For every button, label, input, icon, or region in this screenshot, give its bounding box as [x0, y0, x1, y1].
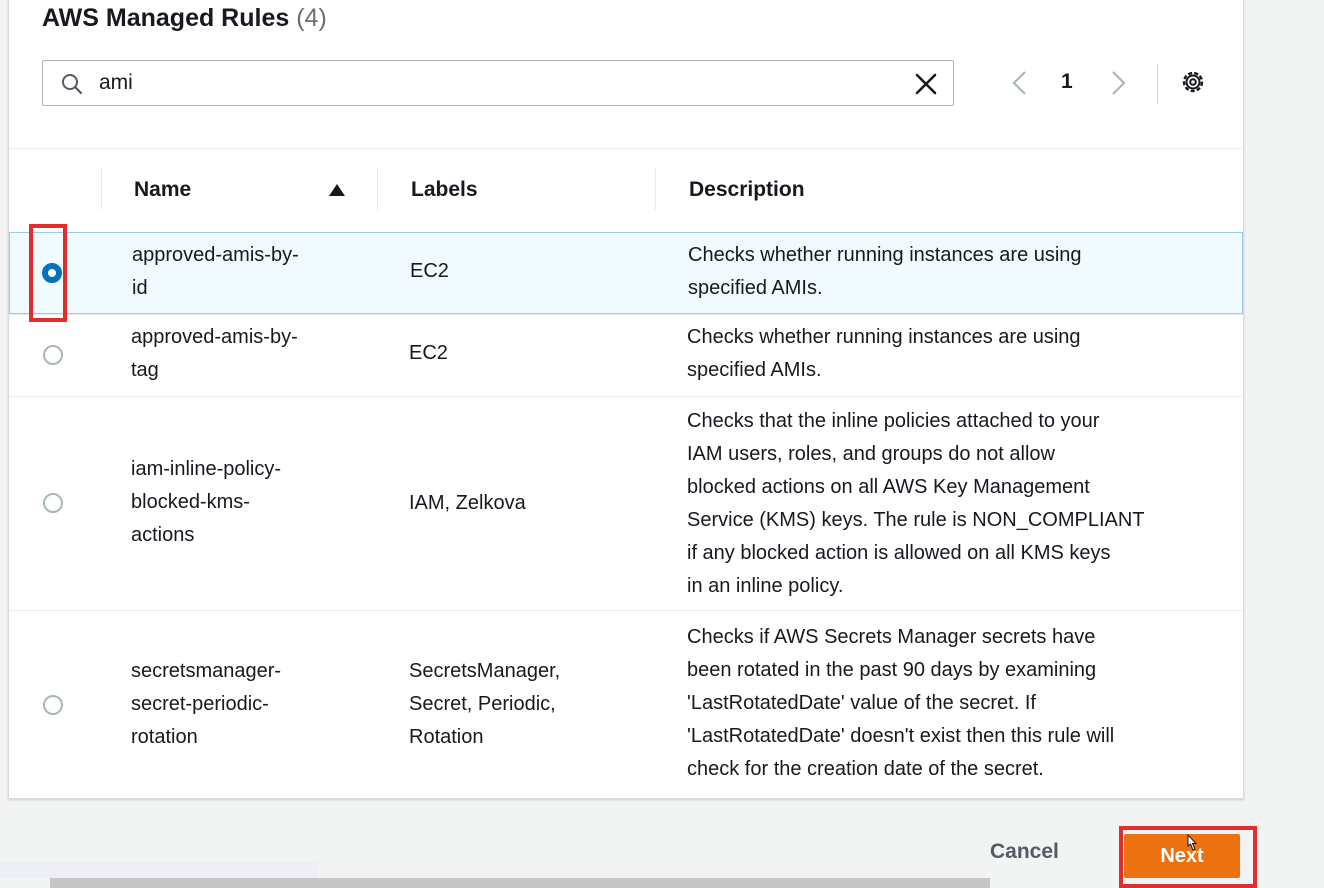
rule-description-line: Checks whether running instances are usi… — [688, 244, 1082, 266]
rule-description-line: Checks that the inline policies attached… — [687, 410, 1100, 432]
section-title-text: AWS Managed Rules — [42, 4, 290, 32]
table-row[interactable]: approved-amis-by- tag EC2 Checks whether… — [9, 314, 1243, 396]
managed-rules-panel: AWS Managed Rules (4) 1 Name Labels Desc… — [8, 0, 1244, 799]
rule-description-line: Checks if AWS Secrets Manager secrets ha… — [687, 626, 1096, 648]
background-strip — [0, 862, 318, 878]
rule-labels: EC2 — [410, 255, 449, 288]
column-divider — [655, 168, 656, 210]
row-select-radio[interactable] — [43, 493, 63, 513]
column-header-description: Description — [689, 178, 805, 201]
horizontal-scrollbar[interactable] — [50, 878, 990, 888]
rule-name-line: rotation — [131, 726, 198, 748]
table-row[interactable]: secretsmanager- secret-periodic- rotatio… — [9, 610, 1243, 796]
rule-description: Checks if AWS Secrets Manager secrets ha… — [687, 621, 1114, 786]
rule-name-line: id — [132, 277, 148, 299]
rule-name-line: blocked-kms- — [131, 491, 250, 513]
rule-labels: IAM, Zelkova — [409, 487, 526, 520]
rule-description-line: been rotated in the past 90 days by exam… — [687, 659, 1097, 681]
cursor-icon — [1187, 834, 1198, 851]
table-top-divider — [9, 148, 1243, 149]
rule-description-line: check for the creation date of the secre… — [687, 758, 1044, 780]
rule-description-line: 'LastRotatedDate' doesn't exist then thi… — [687, 725, 1115, 747]
rule-labels-line: IAM, Zelkova — [409, 492, 526, 514]
rule-name: approved-amis-by- tag — [131, 321, 298, 387]
rule-description: Checks whether running instances are usi… — [688, 239, 1082, 305]
table-row[interactable]: approved-amis-by- id EC2 Checks whether … — [9, 232, 1243, 314]
rule-description-line: blocked actions on all AWS Key Managemen… — [687, 476, 1090, 498]
settings-icon[interactable] — [1179, 68, 1207, 96]
row-select-radio[interactable] — [43, 345, 63, 365]
column-divider — [377, 168, 378, 210]
chevron-left-icon[interactable] — [1007, 68, 1031, 98]
rule-description-line: Checks whether running instances are usi… — [687, 326, 1081, 348]
rule-labels: EC2 — [409, 337, 448, 370]
rule-description: Checks whether running instances are usi… — [687, 321, 1081, 387]
rule-name: approved-amis-by- id — [132, 239, 299, 305]
search-icon — [62, 74, 83, 95]
rule-description-line: specified AMIs. — [687, 359, 822, 381]
search-field[interactable] — [42, 60, 954, 106]
rule-labels-line: Secret, Periodic, — [409, 693, 556, 715]
rule-labels-line: EC2 — [409, 342, 448, 364]
pagination-divider — [1157, 64, 1158, 104]
column-header-labels: Labels — [411, 178, 478, 201]
cancel-button[interactable]: Cancel — [990, 840, 1059, 864]
rule-name: iam-inline-policy- blocked-kms- actions — [131, 453, 281, 552]
rule-labels-line: SecretsManager, — [409, 660, 561, 682]
rule-description-line: IAM users, roles, and groups do not allo… — [687, 443, 1055, 465]
column-header-name[interactable]: Name — [134, 178, 191, 202]
rule-description-line: Service (KMS) keys. The rule is NON_COMP… — [687, 509, 1145, 531]
rule-description-line: 'LastRotatedDate' value of the secret. I… — [687, 692, 1036, 714]
rule-name-line: actions — [131, 524, 195, 546]
rule-labels: SecretsManager, Secret, Periodic, Rotati… — [409, 655, 560, 754]
rule-description: Checks that the inline policies attached… — [687, 405, 1145, 603]
rule-description-line: if any blocked action is allowed on all … — [687, 542, 1111, 564]
rule-name-line: secretsmanager- — [131, 660, 282, 682]
rules-count: (4) — [296, 4, 327, 32]
rule-name-line: secret-periodic- — [131, 693, 269, 715]
radio-highlight-box — [29, 224, 67, 322]
sort-ascending-icon[interactable] — [327, 182, 347, 198]
rule-labels-line: Rotation — [409, 726, 484, 748]
current-page-number[interactable]: 1 — [1061, 70, 1073, 94]
rule-description-line: specified AMIs. — [688, 277, 823, 299]
clear-icon[interactable] — [913, 71, 939, 97]
chevron-right-icon[interactable] — [1107, 68, 1131, 98]
column-divider — [101, 168, 102, 210]
table-row[interactable]: iam-inline-policy- blocked-kms- actions … — [9, 396, 1243, 610]
rule-name-line: approved-amis-by- — [131, 326, 298, 348]
row-select-radio[interactable] — [43, 695, 63, 715]
search-input[interactable] — [99, 69, 899, 97]
rule-name: secretsmanager- secret-periodic- rotatio… — [131, 655, 281, 754]
rule-name-line: tag — [131, 359, 159, 381]
rule-description-line: in an inline policy. — [687, 575, 844, 597]
rule-name-line: approved-amis-by- — [132, 244, 299, 266]
rule-labels-line: EC2 — [410, 260, 449, 282]
rule-name-line: iam-inline-policy- — [131, 458, 282, 480]
section-title: AWS Managed Rules (4) — [42, 4, 327, 33]
